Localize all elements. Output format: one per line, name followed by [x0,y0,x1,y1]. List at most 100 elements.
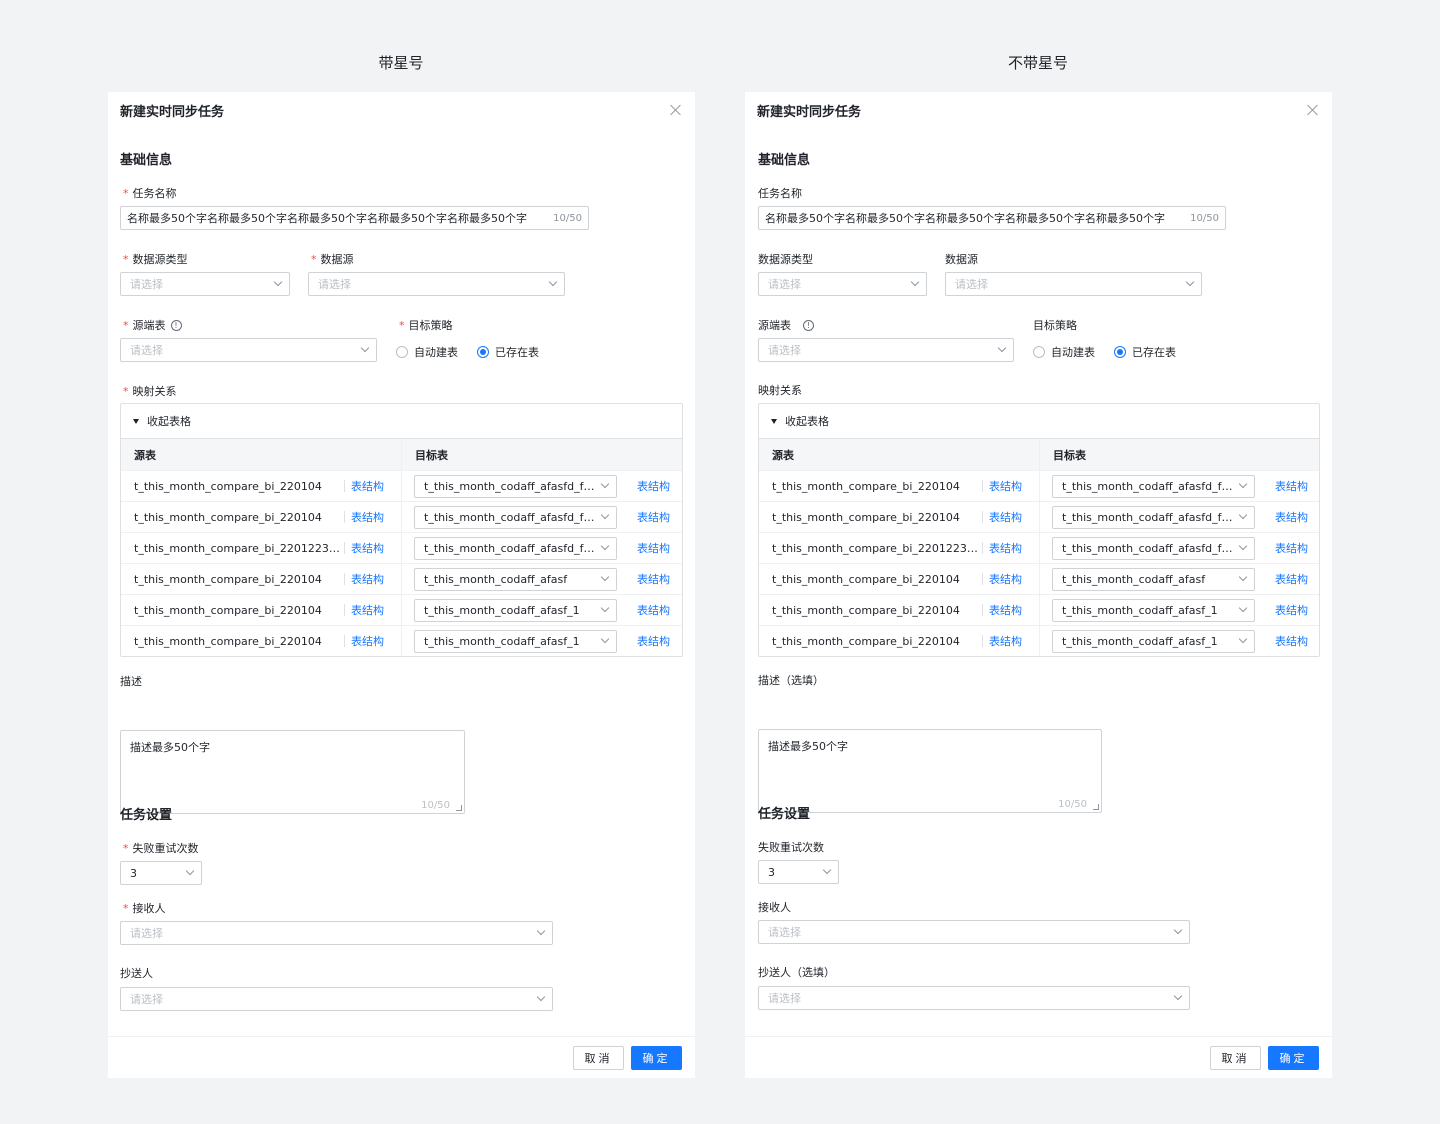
chevron-down-icon [360,343,370,353]
table-row: t_this_month_compare_bi_220104 表结构 t_this… [759,563,1319,594]
schema-link[interactable]: 表结构 [989,633,1022,649]
target-table-select[interactable]: t_this_month_codaff_afasfd_fd... [414,505,617,529]
table-header: 源表 目标表 [121,438,682,470]
schema-link[interactable]: 表结构 [351,571,384,587]
task-name-label: * 任务名称 [123,186,177,201]
schema-link[interactable]: 表结构 [989,602,1022,618]
cc-select[interactable]: 请选择 [758,986,1190,1010]
char-count: 10/50 [1190,212,1219,224]
chevron-down-icon [997,343,1007,353]
resize-handle-icon[interactable] [456,805,462,811]
target-table-select[interactable]: t_this_month_codaff_afasfd_fd... [1052,536,1255,560]
radio-existing-table[interactable]: 已存在表 [477,344,539,360]
close-icon[interactable] [669,103,683,117]
table-row: t_this_month_compare_bi_220104 表结构 t_this… [759,470,1319,501]
schema-link[interactable]: 表结构 [989,509,1022,525]
source-table-label: * 源端表 ! [123,317,182,333]
chevron-down-icon [1173,925,1183,935]
chevron-down-icon [600,572,610,582]
chevron-down-icon [822,865,832,875]
close-icon[interactable] [1306,103,1320,117]
schema-link[interactable]: 表结构 [1275,540,1308,556]
schema-link[interactable]: 表结构 [637,602,670,618]
table-row: t_this_month_compare_bi_220104 表结构 t_this… [759,594,1319,625]
chevron-down-icon [600,479,610,489]
confirm-button[interactable]: 确定 [631,1045,682,1070]
schema-link[interactable]: 表结构 [989,571,1022,587]
chevron-down-icon [600,541,610,551]
confirm-button[interactable]: 确定 [1268,1045,1319,1070]
radio-icon [396,346,408,358]
retry-count-label: 失败重试次数 [758,841,824,854]
collapse-table-toggle[interactable]: 收起表格 [759,404,1319,438]
receiver-select[interactable]: 请选择 [758,920,1190,944]
target-table-select[interactable]: t_this_month_codaff_afasfd_fd... [414,474,617,498]
source-table-select[interactable]: 请选择 [758,338,1014,362]
target-table-select[interactable]: t_this_month_codaff_afasf_1 [414,598,617,622]
receiver-label: * 接收人 [123,901,166,916]
chevron-down-icon [273,277,283,287]
schema-link[interactable]: 表结构 [1275,571,1308,587]
datasource-select[interactable]: 请选择 [945,272,1202,296]
schema-link[interactable]: 表结构 [989,478,1022,494]
description-textarea[interactable]: 描述最多50个字 10/50 [120,730,465,814]
chevron-down-icon [1238,541,1248,551]
datasource-select[interactable]: 请选择 [308,272,565,296]
target-table-select[interactable]: t_this_month_codaff_afasfd_fd... [1052,474,1255,498]
schema-link[interactable]: 表结构 [637,540,670,556]
schema-link[interactable]: 表结构 [637,478,670,494]
target-table-select[interactable]: t_this_month_codaff_afasf [414,567,617,591]
dialog-header: 新建实时同步任务 [108,92,695,128]
retry-count-select[interactable]: 3 [758,860,839,884]
info-icon[interactable]: ! [803,319,814,331]
schema-link[interactable]: 表结构 [351,633,384,649]
target-table-select[interactable]: t_this_month_codaff_afasf_1 [1052,598,1255,622]
schema-link[interactable]: 表结构 [351,509,384,525]
resize-handle-icon[interactable] [1093,804,1099,810]
task-name-input[interactable]: 名称最多50个字名称最多50个字名称最多50个字名称最多50个字名称最多50个字… [120,206,589,230]
radio-auto-create[interactable]: 自动建表 [1033,344,1095,360]
cancel-button[interactable]: 取消 [573,1045,624,1070]
task-name-input[interactable]: 名称最多50个字名称最多50个字名称最多50个字名称最多50个字名称最多50个字… [758,206,1226,230]
required-mark: * [123,186,129,200]
schema-link[interactable]: 表结构 [1275,509,1308,525]
section-basic-info: 基础信息 [758,153,811,168]
cc-select[interactable]: 请选择 [120,987,553,1011]
description-textarea[interactable]: 描述最多50个字 10/50 [758,729,1102,813]
cancel-button[interactable]: 取消 [1210,1045,1261,1070]
datasource-type-select[interactable]: 请选择 [120,272,290,296]
schema-link[interactable]: 表结构 [1275,478,1308,494]
retry-count-select[interactable]: 3 [120,861,202,885]
receiver-select[interactable]: 请选择 [120,921,553,945]
datasource-type-select[interactable]: 请选择 [758,272,927,296]
table-row: t_this_month_compare_bi_220104 表结构 t_this… [121,501,682,532]
table-row: t_this_month_compare_bi_220104 表结构 t_this… [121,594,682,625]
radio-existing-table[interactable]: 已存在表 [1114,344,1176,360]
mapping-table: 收起表格 源表 目标表 t_this_month_compare_bi_2201… [758,403,1320,657]
section-basic-info: 基础信息 [120,153,173,168]
schema-link[interactable]: 表结构 [351,478,384,494]
schema-link[interactable]: 表结构 [989,540,1022,556]
chevron-down-icon [600,603,610,613]
schema-link[interactable]: 表结构 [1275,602,1308,618]
radio-checked-icon [477,346,489,358]
target-table-select[interactable]: t_this_month_codaff_afasf_1 [1052,629,1255,653]
chevron-down-icon [548,277,558,287]
radio-auto-create[interactable]: 自动建表 [396,344,458,360]
info-icon[interactable]: ! [170,319,182,331]
col-source-header: 源表 [759,439,1040,470]
schema-link[interactable]: 表结构 [1275,633,1308,649]
target-table-select[interactable]: t_this_month_codaff_afasfd_fd... [1052,505,1255,529]
schema-link[interactable]: 表结构 [637,571,670,587]
source-table-select[interactable]: 请选择 [120,338,377,362]
collapse-table-toggle[interactable]: 收起表格 [121,404,682,438]
schema-link[interactable]: 表结构 [637,509,670,525]
col-target-header: 目标表 [1053,448,1086,462]
schema-link[interactable]: 表结构 [637,633,670,649]
target-table-select[interactable]: t_this_month_codaff_afasf [1052,567,1255,591]
target-table-select[interactable]: t_this_month_codaff_afasfd_fd... [414,536,617,560]
target-table-select[interactable]: t_this_month_codaff_afasf_1 [414,629,617,653]
source-table-label: 源端表 ! [758,317,814,333]
schema-link[interactable]: 表结构 [351,602,384,618]
schema-link[interactable]: 表结构 [351,540,384,556]
